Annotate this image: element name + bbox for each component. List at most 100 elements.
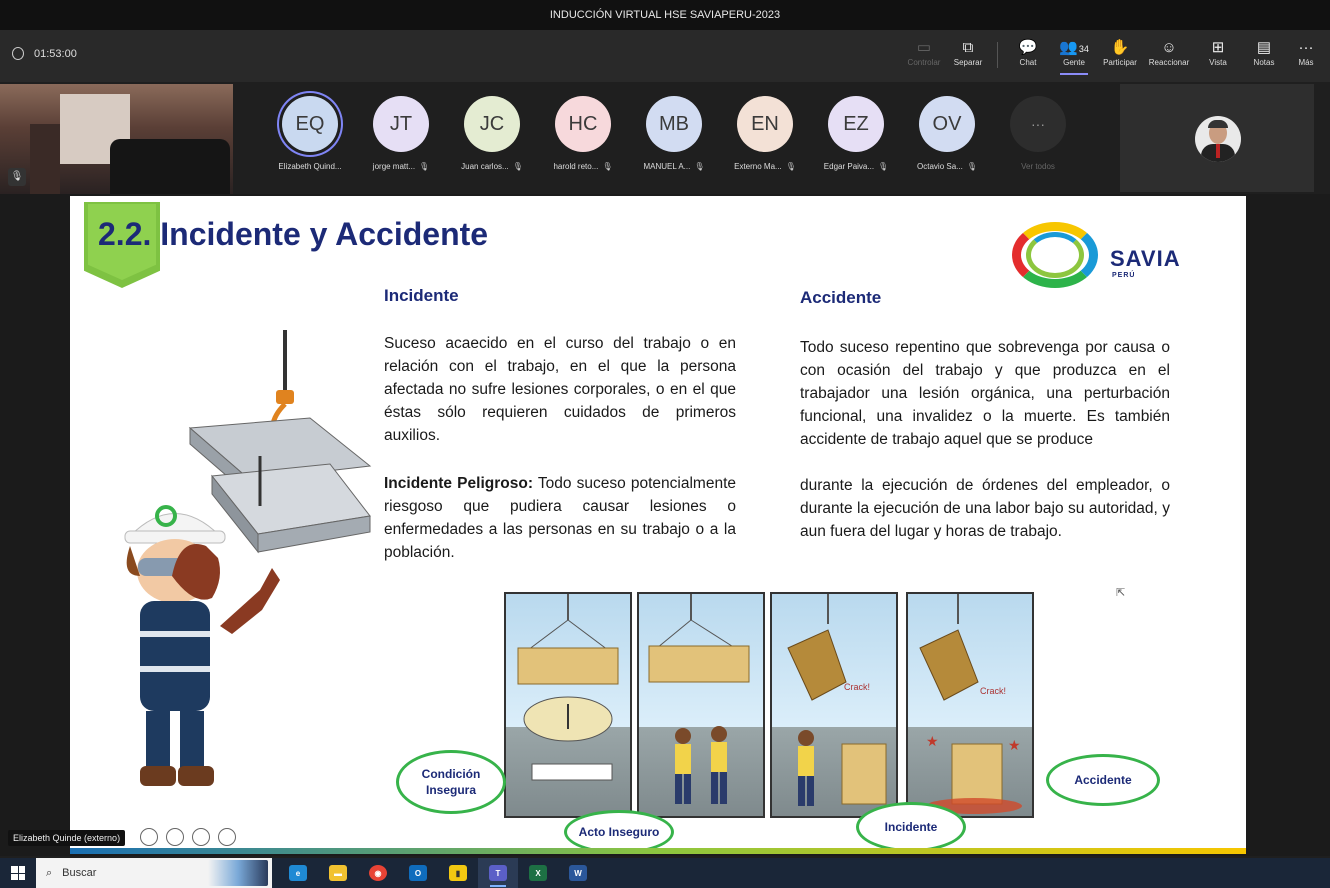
chat-button[interactable]: 💬 Chat xyxy=(1002,38,1054,67)
video-background xyxy=(110,139,230,194)
avatar: EZ xyxy=(828,96,884,152)
taskbar-powerbi[interactable]: ▮ xyxy=(438,858,478,888)
participant-tile[interactable]: JT jorge matt... 🎙︎ xyxy=(356,96,446,171)
raise-hand-icon: ✋ xyxy=(1110,39,1130,56)
meeting-timer: 01:53:00 xyxy=(12,47,77,60)
participant-tile[interactable]: JC Juan carlos... 🎙︎ xyxy=(447,96,537,171)
comic-strip: Crack! Crack! ★ ★ xyxy=(504,592,1052,818)
participant-name: harold reto... 🎙︎ xyxy=(553,162,613,171)
toolbar-divider xyxy=(997,42,998,68)
avatar: OV xyxy=(919,96,975,152)
speaker-name-tag: Elizabeth Quinde (externo) xyxy=(8,830,126,846)
view-button[interactable]: ⊞ Vista xyxy=(1192,38,1244,67)
window-title: INDUCCIÓN VIRTUAL HSE SAVIAPERU-2023 xyxy=(0,0,1330,30)
video-background xyxy=(30,124,60,194)
taskbar-teams[interactable]: T xyxy=(478,858,518,888)
muted-mic-icon: 🎙︎ xyxy=(512,162,523,171)
avatar: JC xyxy=(464,96,520,152)
taskbar-excel[interactable]: X xyxy=(518,858,558,888)
muted-mic-icon: 🎙︎ xyxy=(694,162,705,171)
search-placeholder: Buscar xyxy=(62,867,97,879)
slide-title-text: Incidente y Accidente xyxy=(160,216,489,252)
taskbar-search[interactable]: ⌕ Buscar xyxy=(36,858,272,888)
mouse-cursor-icon: ⇱ xyxy=(1116,587,1126,599)
self-video-tile[interactable]: 🎙 xyxy=(0,84,233,194)
more-people-icon: ··· xyxy=(1010,96,1066,152)
windows-taskbar: ⌕ Buscar e ▬ ◉ O ▮ T X W xyxy=(0,858,1330,888)
avatar: MB xyxy=(646,96,702,152)
avatar: EN xyxy=(737,96,793,152)
accidente-definition: Todo suceso repentino que sobrevenga por… xyxy=(800,339,1170,448)
notes-button[interactable]: ▤ Notas xyxy=(1238,38,1290,67)
callout-accidente: Accidente xyxy=(1046,754,1160,806)
worker-illustration xyxy=(124,330,372,786)
participant-tile[interactable]: EN Externo Ma... 🎙︎ xyxy=(720,96,810,171)
windows-icon xyxy=(11,866,25,880)
taskbar-explorer[interactable]: ▬ xyxy=(318,858,358,888)
svg-text:★: ★ xyxy=(1008,737,1021,753)
slide-tool-icon[interactable] xyxy=(218,828,236,846)
reactions-icon: ☺ xyxy=(1161,39,1177,56)
presenter-avatar xyxy=(1195,116,1241,162)
slide-footer-bar xyxy=(70,848,1246,854)
logo-subtext: PERÚ xyxy=(1112,272,1136,279)
comic-panel xyxy=(504,592,632,818)
edge-icon: e xyxy=(289,865,307,881)
taskbar-edge[interactable]: e xyxy=(278,858,318,888)
slide-tool-icon[interactable] xyxy=(192,828,210,846)
accidente-definition-cont: durante la ejecución de órdenes del empl… xyxy=(800,477,1170,540)
participant-name: Edgar Paiva... 🎙︎ xyxy=(823,162,889,171)
pop-out-icon: ⧉ xyxy=(962,39,974,56)
logo-text: SAVIA xyxy=(1110,246,1181,271)
callout-condicion-insegura: Condición Insegura xyxy=(396,750,506,814)
more-button[interactable]: ··· Más xyxy=(1284,38,1328,67)
raise-hand-button[interactable]: ✋ Participar xyxy=(1094,38,1146,67)
incidente-heading: Incidente xyxy=(384,286,459,305)
muted-mic-icon: 🎙︎ xyxy=(785,162,796,171)
participant-name: Juan carlos... 🎙︎ xyxy=(461,162,523,171)
view-all-people[interactable]: ··· Ver todos xyxy=(993,96,1083,171)
crack-text: Crack! xyxy=(844,682,870,692)
slide-nav-tools[interactable] xyxy=(140,828,236,846)
reactions-button[interactable]: ☺ Reaccionar xyxy=(1143,38,1195,67)
people-icon: 👥34 xyxy=(1059,39,1089,56)
slide-title: 2.2. Incidente y Accidente xyxy=(98,216,488,253)
taskbar-outlook[interactable]: O xyxy=(398,858,438,888)
presenter-tile[interactable] xyxy=(1120,84,1314,192)
comic-panel: Crack! ★ ★ xyxy=(906,592,1034,818)
participant-tile[interactable]: HC harold reto... 🎙︎ xyxy=(538,96,628,171)
logo-ring-icon xyxy=(1026,232,1084,278)
powerbi-icon: ▮ xyxy=(449,865,467,881)
slide-tool-icon[interactable] xyxy=(166,828,184,846)
slide-tool-icon[interactable] xyxy=(140,828,158,846)
outlook-icon: O xyxy=(409,865,427,881)
participant-tile[interactable]: MB MANUEL A... 🎙︎ xyxy=(629,96,719,171)
muted-mic-icon: 🎙︎ xyxy=(966,162,977,171)
view-all-label: Ver todos xyxy=(1021,162,1055,171)
shield-icon xyxy=(12,47,24,60)
people-count: 34 xyxy=(1078,44,1089,54)
participant-tile[interactable]: OV Octavio Sa... 🎙︎ xyxy=(902,96,992,171)
participant-tile[interactable]: EQ Elizabeth Quind... xyxy=(265,96,355,171)
start-button[interactable] xyxy=(0,858,36,888)
taskbar-chrome[interactable]: ◉ xyxy=(358,858,398,888)
participant-name: Externo Ma... 🎙︎ xyxy=(734,162,796,171)
excel-icon: X xyxy=(529,865,547,881)
people-button[interactable]: 👥34 Gente xyxy=(1048,38,1100,75)
participant-name: jorge matt... 🎙︎ xyxy=(372,162,430,171)
crack-text: Crack! xyxy=(980,686,1006,696)
pop-out-button[interactable]: ⧉ Separar xyxy=(942,38,994,67)
folder-icon: ▬ xyxy=(329,865,347,881)
timer-text: 01:53:00 xyxy=(34,47,77,60)
participant-tile[interactable]: EZ Edgar Paiva... 🎙︎ xyxy=(811,96,901,171)
taskbar-word[interactable]: W xyxy=(558,858,598,888)
presentation-slide: 2.2. Incidente y Accidente SAVIA PERÚ In… xyxy=(70,196,1246,854)
svg-text:★: ★ xyxy=(926,733,939,749)
teams-icon: T xyxy=(489,865,507,881)
chat-icon: 💬 xyxy=(1018,39,1038,56)
participant-name: MANUEL A... 🎙︎ xyxy=(643,162,705,171)
microphone-icon: 🎙 xyxy=(8,168,26,186)
more-icon: ··· xyxy=(1298,39,1314,56)
incidente-peligroso: Incidente Peligroso: Todo suceso potenci… xyxy=(384,472,736,564)
muted-mic-icon: 🎙︎ xyxy=(602,162,613,171)
